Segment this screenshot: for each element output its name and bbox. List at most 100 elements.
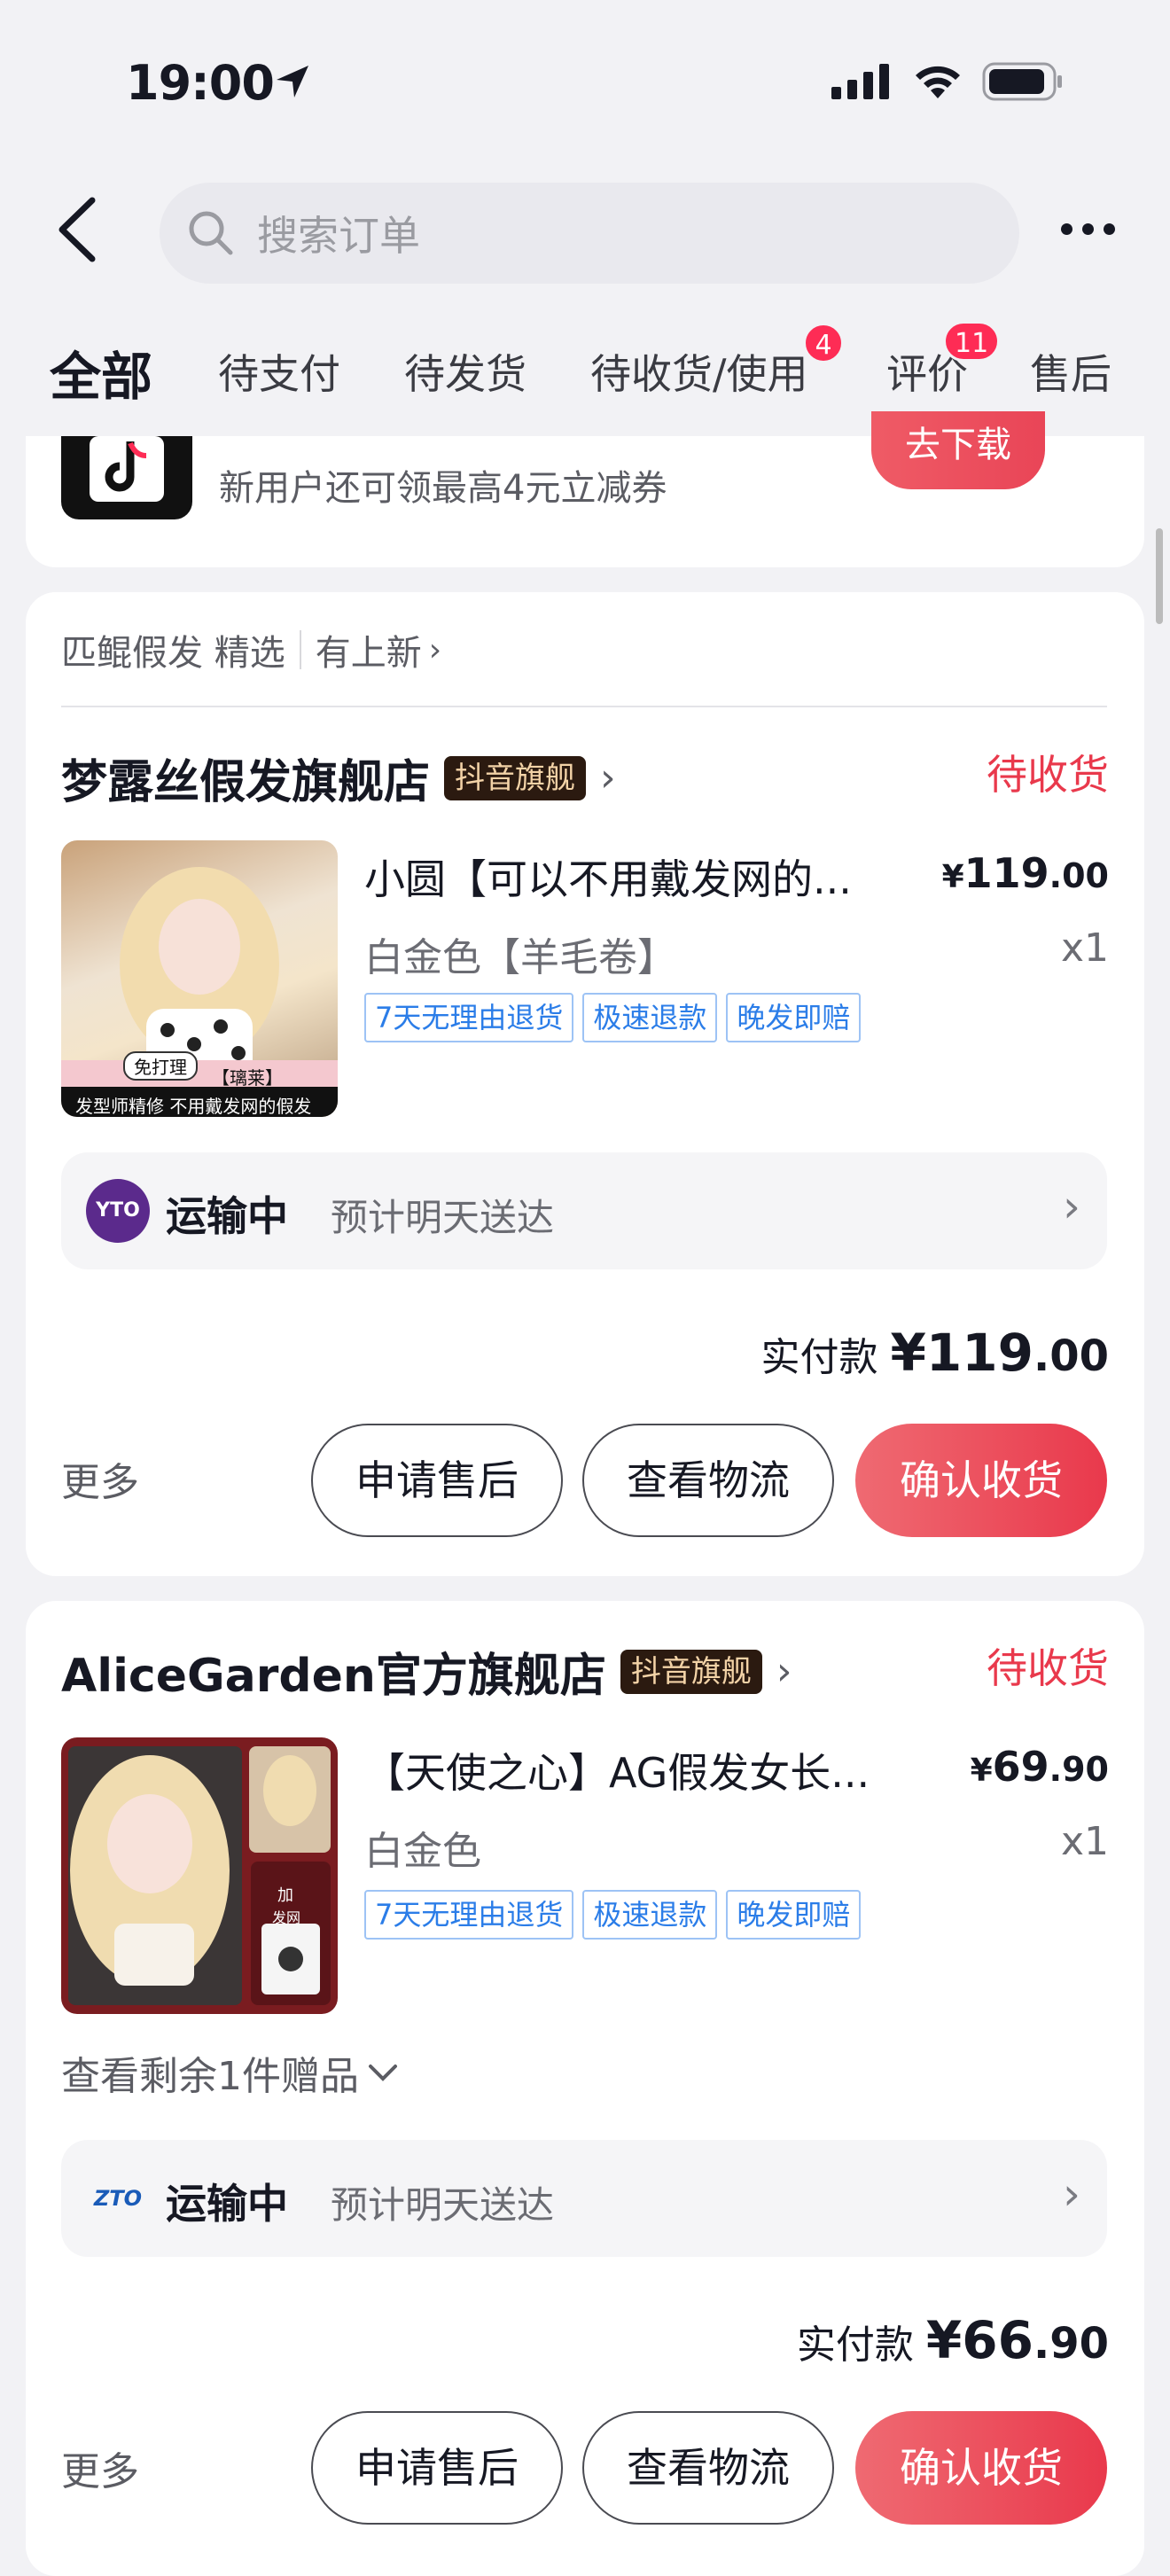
dot-icon (1082, 223, 1094, 235)
tiktok-icon (61, 436, 192, 519)
order-status: 待收货 (987, 1644, 1109, 1692)
search-icon (189, 211, 233, 255)
service-tag: 极速退款 (582, 993, 718, 1042)
track-logistics-button[interactable]: 查看物流 (582, 2411, 834, 2525)
track-logistics-button[interactable]: 查看物流 (582, 1424, 834, 1537)
paid-label: 实付款 (760, 1335, 878, 1380)
scrollbar[interactable] (1156, 528, 1163, 624)
item-price: ¥69.90 (971, 1743, 1109, 1791)
product-thumbnail[interactable]: 加 发网 (61, 1737, 338, 2014)
recommend-header[interactable]: 匹鲲假发 精选 有上新 › (61, 624, 441, 675)
vertical-divider (299, 630, 301, 669)
thumb-caption: 【璃莱】 (212, 1067, 283, 1089)
shop-header[interactable]: 梦露丝假发旗舰店 抖音旗舰 › (61, 745, 616, 811)
tab-label: 待收货/使用 (590, 350, 808, 398)
yen-symbol: ¥ (890, 1323, 926, 1383)
thumb-caption: 发网 (272, 1909, 301, 1926)
battery-icon (982, 62, 1062, 101)
yto-logo-icon: YTO (86, 1179, 150, 1243)
search-placeholder: 搜索订单 (257, 212, 420, 260)
yen-symbol: ¥ (970, 1752, 993, 1789)
more-actions-link[interactable]: 更多 (61, 1450, 139, 1507)
product-image (61, 867, 338, 1117)
thumb-caption: 加 (277, 1886, 293, 1905)
logistics-eta: 预计明天送达 (331, 2183, 555, 2227)
price-int: 119 (963, 849, 1049, 897)
confirm-receipt-button[interactable]: 确认收货 (855, 2411, 1107, 2525)
service-tag: 极速退款 (582, 1890, 718, 1940)
more-options-button[interactable] (1061, 223, 1115, 235)
tab-pending-receipt[interactable]: 待收货/使用 4 (590, 323, 844, 401)
tab-all[interactable]: 全部 (50, 335, 152, 410)
tab-review[interactable]: 评价 11 (886, 321, 1001, 401)
paid-amount: 实付款 ¥66.90 (797, 2310, 1109, 2370)
item-price: ¥119.00 (942, 849, 1109, 897)
price-dec: .90 (1049, 1750, 1109, 1789)
service-tags: 7天无理由退货 极速退款 晚发即赔 (364, 1890, 862, 1940)
yen-symbol: ¥ (941, 859, 964, 895)
paid-int: 119 (925, 1323, 1034, 1383)
divider (61, 706, 1107, 707)
service-tags: 7天无理由退货 极速退款 晚发即赔 (364, 993, 862, 1042)
service-tag: 7天无理由退货 (364, 993, 574, 1042)
status-time: 19:00 (126, 55, 275, 111)
badge-count: 11 (943, 321, 1001, 362)
status-indicators (831, 62, 1064, 101)
price-dec: .00 (1049, 856, 1109, 895)
signal-icon (831, 64, 889, 99)
search-input[interactable]: 搜索订单 (160, 183, 1019, 284)
confirm-receipt-button[interactable]: 确认收货 (855, 1424, 1107, 1537)
order-status: 待收货 (987, 751, 1109, 799)
paid-dec: .00 (1033, 1331, 1109, 1381)
new-arrival-label: 有上新 (315, 633, 422, 674)
thumb-caption: 发型师精修 不用戴发网的假发 (75, 1096, 312, 1117)
shop-tag: 抖音旗舰 (620, 1649, 762, 1694)
shop-header[interactable]: AliceGarden官方旗舰店 抖音旗舰 › (61, 1638, 792, 1705)
view-gifts-link[interactable]: 查看剩余1件赠品 (61, 2044, 398, 2101)
shop-tag: 抖音旗舰 (444, 755, 587, 800)
product-thumbnail[interactable]: 免打理 【璃莱】 发型师精修 不用戴发网的假发 (61, 840, 338, 1117)
paid-dec: .90 (1033, 2319, 1109, 2369)
paid-int: 66 (962, 2310, 1034, 2370)
item-qty: x1 (1060, 1819, 1109, 1864)
logistics-status: 运输中 (166, 2180, 288, 2228)
shop-name: AliceGarden官方旗舰店 (61, 1650, 606, 1703)
more-actions-link[interactable]: 更多 (61, 2439, 139, 2496)
product-image (68, 1746, 331, 2005)
paid-amount: 实付款 ¥119.00 (761, 1323, 1109, 1383)
yen-symbol: ¥ (925, 2310, 963, 2370)
item-title[interactable]: 【天使之心】AG假发女长... (364, 1741, 914, 1799)
order-card: 匹鲲假发 精选 有上新 › 梦露丝假发旗舰店 抖音旗舰 › 待收货 免打理 【璃… (26, 592, 1144, 1576)
chevron-down-icon (369, 2065, 397, 2081)
download-button[interactable]: 去下载 (871, 411, 1045, 489)
item-spec: 白金色【羊毛卷】 (364, 935, 676, 980)
paid-label: 实付款 (796, 2322, 914, 2368)
badge-count: 4 (803, 323, 844, 363)
service-tag: 晚发即赔 (726, 1890, 862, 1940)
apply-after-sale-button[interactable]: 申请售后 (311, 2411, 563, 2525)
download-promo-card: 新用户还可领最高4元立减券 去下载 (26, 411, 1144, 567)
tab-after-sale[interactable]: 售后 (1030, 342, 1112, 401)
recommend-label: 匹鲲假发 精选 (61, 633, 285, 674)
chevron-right-icon: › (1063, 2168, 1080, 2220)
tab-pending-shipment[interactable]: 待发货 (404, 342, 526, 401)
service-tag: 晚发即赔 (726, 993, 862, 1042)
logistics-bar[interactable]: YTO 运输中 预计明天送达 › (61, 1152, 1107, 1269)
price-int: 69 (992, 1743, 1049, 1791)
chevron-left-icon (58, 197, 96, 262)
gift-label: 查看剩余1件赠品 (61, 2054, 359, 2099)
thumb-caption: 免打理 (123, 1051, 198, 1081)
dot-icon (1104, 223, 1115, 235)
tiktok-logo-icon (90, 436, 164, 502)
logistics-eta: 预计明天送达 (331, 1196, 555, 1239)
item-spec: 白金色 (364, 1829, 481, 1874)
tab-pending-payment[interactable]: 待支付 (218, 342, 340, 401)
promo-text: 新用户还可领最高4元立减券 (219, 468, 667, 509)
apply-after-sale-button[interactable]: 申请售后 (311, 1424, 563, 1537)
location-arrow-icon (277, 66, 308, 98)
back-button[interactable] (55, 197, 108, 268)
chevron-right-icon: › (428, 631, 442, 668)
item-title[interactable]: 小圆【可以不用戴发网的... (364, 847, 914, 906)
item-qty: x1 (1060, 925, 1109, 971)
logistics-bar[interactable]: ZTO 运输中 预计明天送达 › (61, 2140, 1107, 2257)
